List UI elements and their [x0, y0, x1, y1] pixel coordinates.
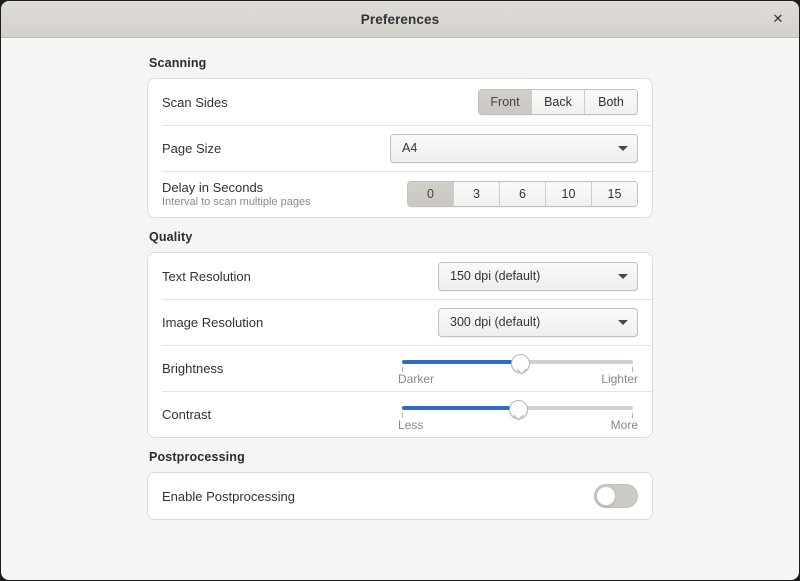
label-block-delay: Delay in Seconds Interval to scan multip… — [162, 180, 311, 208]
segment-delay-15[interactable]: 15 — [592, 182, 637, 206]
segment-both[interactable]: Both — [585, 90, 637, 114]
text-resolution-value: 150 dpi (default) — [450, 269, 541, 283]
row-image-resolution: Image Resolution 300 dpi (default) — [148, 299, 652, 345]
section-title-quality: Quality — [149, 230, 193, 244]
close-icon[interactable]: ✕ — [765, 6, 791, 32]
brightness-slider[interactable]: Darker Lighter — [390, 348, 638, 388]
label-text-resolution: Text Resolution — [162, 268, 251, 284]
contrast-slider-fill — [402, 406, 518, 410]
image-resolution-dropdown[interactable]: 300 dpi (default) — [438, 307, 638, 337]
chevron-down-icon — [618, 273, 628, 279]
brightness-slider-fill — [402, 360, 520, 364]
segment-back[interactable]: Back — [532, 90, 585, 114]
row-page-size: Page Size A4 — [148, 125, 652, 171]
segment-delay-10[interactable]: 10 — [546, 182, 592, 206]
section-title-scanning: Scanning — [149, 56, 207, 70]
label-delay: Delay in Seconds — [162, 180, 264, 195]
contrast-slider-handle[interactable] — [508, 400, 528, 419]
label-page-size: Page Size — [162, 140, 222, 156]
segment-delay-3[interactable]: 3 — [454, 182, 500, 206]
row-contrast: Contrast Less More — [148, 391, 652, 437]
row-enable-postprocessing: Enable Postprocessing — [148, 473, 652, 519]
titlebar: Preferences ✕ — [1, 1, 799, 38]
row-text-resolution: Text Resolution 150 dpi (default) — [148, 253, 652, 299]
contrast-max-label: More — [610, 418, 638, 432]
row-scan-sides: Scan Sides Front Back Both — [148, 79, 652, 125]
section-quality: Quality Text Resolution 150 dpi (default… — [147, 230, 653, 438]
label-scan-sides: Scan Sides — [162, 94, 228, 110]
page-size-dropdown[interactable]: A4 — [390, 133, 638, 163]
contrast-min-label: Less — [398, 418, 424, 432]
chevron-down-icon — [618, 319, 628, 325]
chevron-down-icon — [618, 145, 628, 151]
section-title-postprocessing: Postprocessing — [149, 450, 245, 464]
preferences-content: Scanning Scan Sides Front Back Both Page… — [1, 38, 799, 580]
label-enable-postprocessing: Enable Postprocessing — [162, 488, 295, 504]
row-brightness: Brightness Darker Lighter — [148, 345, 652, 391]
label-brightness: Brightness — [162, 360, 224, 376]
image-resolution-value: 300 dpi (default) — [450, 315, 541, 329]
section-scanning: Scanning Scan Sides Front Back Both Page… — [147, 56, 653, 218]
segment-delay-6[interactable]: 6 — [500, 182, 546, 206]
brightness-max-label: Lighter — [601, 372, 638, 386]
window-title: Preferences — [360, 11, 440, 27]
segment-front[interactable]: Front — [479, 90, 532, 114]
segment-delay-0[interactable]: 0 — [408, 182, 454, 206]
text-resolution-dropdown[interactable]: 150 dpi (default) — [438, 261, 638, 291]
delay-segmented[interactable]: 0 3 6 10 15 — [407, 181, 638, 207]
label-contrast: Contrast — [162, 406, 212, 422]
postprocessing-card: Enable Postprocessing — [147, 472, 653, 520]
scanning-card: Scan Sides Front Back Both Page Size A4 — [147, 78, 653, 218]
sublabel-delay: Interval to scan multiple pages — [162, 196, 311, 208]
preferences-window: Preferences ✕ Scanning Scan Sides Front … — [0, 0, 800, 581]
scan-sides-segmented[interactable]: Front Back Both — [478, 89, 638, 115]
page-size-value: A4 — [402, 141, 418, 155]
row-delay: Delay in Seconds Interval to scan multip… — [148, 171, 652, 217]
section-postprocessing: Postprocessing Enable Postprocessing — [147, 450, 653, 520]
toggle-knob — [596, 486, 616, 506]
quality-card: Text Resolution 150 dpi (default) Image … — [147, 252, 653, 438]
enable-postprocessing-toggle[interactable] — [594, 484, 638, 508]
contrast-slider[interactable]: Less More — [390, 394, 638, 434]
brightness-slider-handle[interactable] — [511, 354, 531, 373]
label-image-resolution: Image Resolution — [162, 314, 264, 330]
brightness-min-label: Darker — [398, 372, 435, 386]
